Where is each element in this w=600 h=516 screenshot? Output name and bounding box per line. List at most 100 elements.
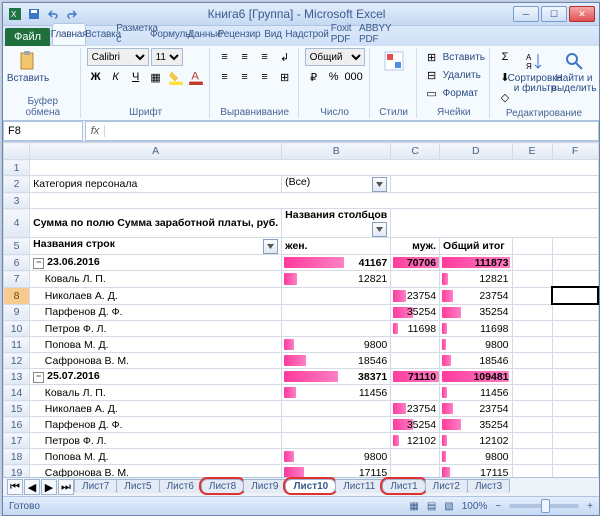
filter-category[interactable] bbox=[372, 177, 387, 192]
row-label[interactable]: Петров Ф. Л. bbox=[30, 321, 282, 337]
bold-button[interactable]: Ж bbox=[87, 68, 105, 86]
col-header-C[interactable]: C bbox=[391, 143, 440, 160]
paste-button[interactable]: Вставить bbox=[10, 48, 46, 84]
find-select[interactable]: Найти и выделить bbox=[556, 48, 592, 94]
sheet-tab-Лист5[interactable]: Лист5 bbox=[116, 479, 159, 493]
align-top[interactable]: ≡ bbox=[216, 48, 234, 66]
row-label[interactable]: −25.07.2016 bbox=[30, 369, 282, 385]
row-label[interactable]: −23.06.2016 bbox=[30, 255, 282, 271]
filter-rows[interactable] bbox=[263, 239, 278, 254]
collapse-icon[interactable]: − bbox=[33, 372, 44, 383]
spreadsheet-grid[interactable]: ABCDEF12Категория персонала(Все)34Сумма … bbox=[3, 142, 599, 477]
sheet-tab-Лист11[interactable]: Лист11 bbox=[335, 479, 383, 493]
row-label[interactable]: Петров Ф. Л. bbox=[30, 433, 282, 449]
number-format[interactable]: Общий bbox=[305, 48, 365, 66]
tab-Формулы[interactable]: Формулы bbox=[154, 23, 188, 46]
collapse-icon[interactable]: − bbox=[33, 258, 44, 269]
row-label[interactable]: Попова М. Д. bbox=[30, 337, 282, 353]
tab-Надстрой[interactable]: Надстрой bbox=[290, 23, 324, 46]
align-r[interactable]: ≡ bbox=[256, 68, 274, 86]
close-button[interactable]: ✕ bbox=[569, 6, 595, 22]
align-bot[interactable]: ≡ bbox=[256, 48, 274, 66]
tab-Рецензир[interactable]: Рецензир bbox=[222, 23, 256, 46]
format-cells[interactable]: ▭Формат bbox=[423, 84, 485, 102]
tab-nav-last[interactable]: ⏭ bbox=[58, 479, 74, 495]
sheet-tab-Лист1[interactable]: Лист1 bbox=[382, 479, 425, 493]
sheet-tab-Лист9[interactable]: Лист9 bbox=[243, 479, 286, 493]
sheet-tab-Лист3[interactable]: Лист3 bbox=[467, 479, 510, 493]
minimize-button[interactable]: ─ bbox=[513, 6, 539, 22]
zoom-level[interactable]: 100% bbox=[462, 501, 488, 512]
sort-filter[interactable]: AЯСортировка и фильтр bbox=[517, 48, 553, 94]
view-normal[interactable]: ▦ bbox=[409, 501, 418, 512]
save-icon[interactable] bbox=[26, 6, 42, 22]
autosum[interactable]: Σ bbox=[496, 48, 514, 66]
col-header-E[interactable]: E bbox=[512, 143, 552, 160]
filter-cols[interactable] bbox=[372, 222, 387, 237]
underline-button[interactable]: Ч bbox=[127, 68, 145, 86]
formula-input[interactable] bbox=[105, 124, 598, 138]
zoom-in[interactable]: + bbox=[587, 501, 593, 512]
align-left[interactable]: ≡ bbox=[216, 68, 234, 86]
tab-nav-first[interactable]: ⏮ bbox=[7, 479, 23, 495]
col-header-B[interactable]: B bbox=[282, 143, 391, 160]
comma[interactable]: 000 bbox=[345, 68, 363, 86]
currency[interactable]: ₽ bbox=[305, 68, 323, 86]
cond-format[interactable] bbox=[376, 48, 412, 72]
col-header-F[interactable]: F bbox=[552, 143, 598, 160]
merge[interactable]: ⊞ bbox=[276, 68, 294, 86]
group-styles: Стили bbox=[372, 48, 417, 118]
tab-Foxit PDF[interactable]: Foxit PDF bbox=[324, 23, 358, 46]
find-icon bbox=[563, 50, 585, 72]
row-label[interactable]: Коваль Л. П. bbox=[30, 385, 282, 401]
view-layout[interactable]: ▤ bbox=[427, 501, 436, 512]
sheet-tab-Лист7[interactable]: Лист7 bbox=[74, 479, 117, 493]
font-color-button[interactable]: A bbox=[187, 68, 205, 86]
row-label[interactable]: Попова М. Д. bbox=[30, 449, 282, 465]
tab-nav-prev[interactable]: ◀ bbox=[24, 479, 40, 495]
col-header-A[interactable]: A bbox=[30, 143, 282, 160]
redo-icon[interactable] bbox=[64, 6, 80, 22]
category-value[interactable]: (Все) bbox=[282, 176, 391, 193]
wrap[interactable]: ↲ bbox=[276, 48, 294, 66]
col-header-D[interactable]: D bbox=[440, 143, 512, 160]
sheet-tab-Лист6[interactable]: Лист6 bbox=[159, 479, 202, 493]
tab-file[interactable]: Файл bbox=[5, 28, 50, 46]
zoom-slider[interactable] bbox=[509, 504, 579, 508]
row-label[interactable]: Николаев А. Д. bbox=[30, 401, 282, 417]
sheet-tab-Лист10[interactable]: Лист10 bbox=[285, 479, 336, 493]
paste-icon bbox=[17, 50, 39, 72]
name-box[interactable]: F8 bbox=[3, 121, 83, 141]
sheet-tab-Лист8[interactable]: Лист8 bbox=[201, 479, 244, 493]
maximize-button[interactable]: ☐ bbox=[541, 6, 567, 22]
row-label[interactable]: Парфенов Д. Ф. bbox=[30, 417, 282, 433]
tab-Вставка[interactable]: Вставка bbox=[86, 23, 120, 46]
fill-color-button[interactable] bbox=[167, 68, 185, 86]
excel-icon: X bbox=[7, 6, 23, 22]
row-label[interactable]: Коваль Л. П. bbox=[30, 271, 282, 288]
tab-Главная[interactable]: Главная bbox=[52, 23, 86, 46]
tab-nav-next[interactable]: ▶ bbox=[41, 479, 57, 495]
tab-ABBYY PDF[interactable]: ABBYY PDF bbox=[358, 23, 392, 46]
zoom-out[interactable]: − bbox=[495, 501, 501, 512]
align-c[interactable]: ≡ bbox=[236, 68, 254, 86]
tab-Разметка с[interactable]: Разметка с bbox=[120, 23, 154, 46]
italic-button[interactable]: К bbox=[107, 68, 125, 86]
row-label[interactable]: Сафронова В. М. bbox=[30, 353, 282, 369]
row-label[interactable]: Парфенов Д. Ф. bbox=[30, 304, 282, 321]
group-number: Общий ₽%000 Число bbox=[301, 48, 370, 118]
view-break[interactable]: ▧ bbox=[444, 501, 453, 512]
align-mid[interactable]: ≡ bbox=[236, 48, 254, 66]
fx-icon[interactable]: fx bbox=[86, 125, 105, 137]
border-button[interactable]: ▦ bbox=[147, 68, 165, 86]
row-label[interactable]: Николаев А. Д. bbox=[30, 287, 282, 304]
insert-cells[interactable]: ⊞Вставить bbox=[423, 48, 485, 66]
formula-bar: F8 fx bbox=[3, 121, 599, 142]
row-label[interactable]: Сафронова В. М. bbox=[30, 465, 282, 478]
delete-cells[interactable]: ⊟Удалить bbox=[423, 66, 485, 84]
font-name[interactable]: Calibri bbox=[87, 48, 149, 66]
undo-icon[interactable] bbox=[45, 6, 61, 22]
font-size[interactable]: 11 bbox=[151, 48, 183, 66]
sheet-tab-Лист2[interactable]: Лист2 bbox=[425, 479, 468, 493]
percent[interactable]: % bbox=[325, 68, 343, 86]
